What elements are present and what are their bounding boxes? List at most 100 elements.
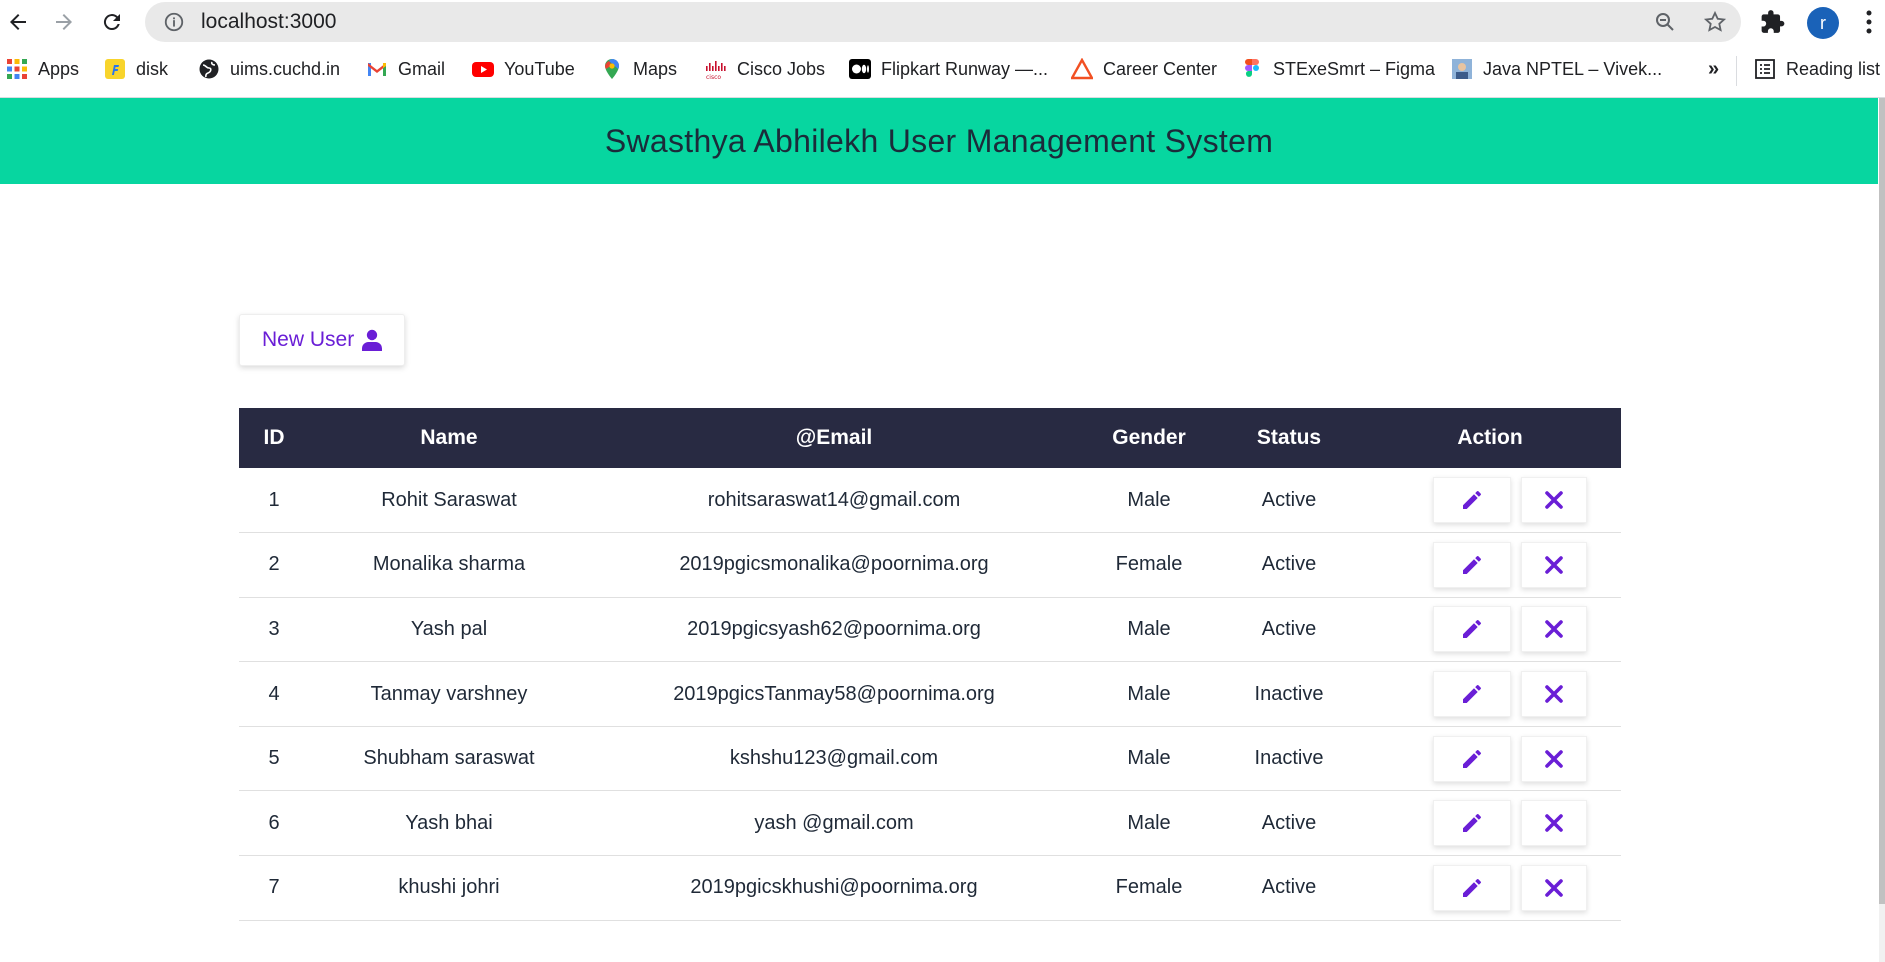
cell-actions	[1359, 597, 1621, 662]
bookmark-cisco-jobs[interactable]: cisco Cisco Jobs	[705, 58, 825, 80]
address-bar[interactable]: localhost:3000	[145, 2, 1741, 42]
extensions-puzzle-icon[interactable]	[1760, 9, 1786, 35]
medium-icon	[849, 59, 871, 79]
edit-user-button[interactable]	[1433, 735, 1511, 782]
page-viewport: Swasthya Abhilekh User Management System…	[0, 98, 1885, 962]
bookmark-apps[interactable]: Apps	[6, 58, 79, 80]
reading-list-button[interactable]: Reading list	[1754, 58, 1880, 80]
reload-icon	[103, 14, 120, 31]
close-icon	[1545, 879, 1563, 897]
bookmark-figma[interactable]: STExeSmrt – Figma	[1241, 58, 1435, 80]
cell-actions	[1359, 726, 1621, 791]
profile-avatar[interactable]: r	[1807, 7, 1839, 39]
bookmark-flipkart-runway[interactable]: Flipkart Runway —...	[849, 58, 1048, 80]
more-options-icon[interactable]	[1864, 8, 1874, 36]
forward-arrow-icon	[56, 14, 72, 30]
cell-status: Inactive	[1254, 682, 1324, 705]
close-icon	[1545, 749, 1563, 768]
delete-user-button[interactable]	[1521, 477, 1587, 524]
close-icon	[1545, 685, 1563, 703]
row-actions	[1399, 477, 1621, 524]
cell-id: 3	[268, 617, 280, 640]
delete-user-button[interactable]	[1521, 606, 1587, 653]
bookmark-label: Flipkart Runway —...	[881, 58, 1049, 79]
delete-user-button[interactable]	[1521, 735, 1587, 782]
close-icon	[1545, 556, 1563, 574]
cell-actions	[1359, 468, 1621, 533]
bookmark-maps[interactable]: Maps	[601, 58, 677, 80]
row-actions	[1399, 671, 1621, 718]
table-row: 5 Shubham saraswat kshshu123@gmail.com Male…	[239, 726, 1621, 791]
cell-actions	[1359, 791, 1621, 856]
cell-email: kshshu123@gmail.com	[729, 747, 939, 770]
table-row: 4 Tanmay varshney 2019pgicsTanmay58@poorni…	[239, 662, 1621, 727]
bookmark-uims[interactable]: uims.cuchd.in	[198, 58, 340, 80]
career-icon	[1071, 58, 1093, 80]
cell-gender: Female	[1115, 876, 1183, 899]
cell-id: 7	[268, 876, 280, 899]
bookmark-java-nptel[interactable]: Java NPTEL – Vivek...	[1451, 58, 1662, 80]
new-user-button[interactable]: New User	[239, 314, 406, 366]
zoom-icon[interactable]	[1653, 10, 1677, 34]
bookmark-gmail[interactable]: Gmail	[366, 58, 445, 80]
delete-user-button[interactable]	[1521, 541, 1587, 588]
cell-status: Inactive	[1254, 747, 1324, 770]
bookmark-disk[interactable]: disk	[104, 58, 168, 80]
edit-user-button[interactable]	[1433, 671, 1511, 718]
back-button[interactable]	[0, 2, 38, 42]
cell-gender: Male	[1127, 617, 1171, 640]
pencil-icon	[1463, 749, 1481, 768]
bookmark-label: Career Center	[1103, 58, 1218, 79]
cell-email: 2019pgicsTanmay58@poornima.org	[673, 682, 995, 705]
bookmark-star-icon[interactable]	[1703, 10, 1727, 34]
reading-list-icon	[1755, 59, 1775, 79]
scrollbar-thumb[interactable]	[1879, 98, 1885, 904]
bookmark-career-center[interactable]: Career Center	[1071, 58, 1217, 80]
cell-name: Tanmay varshney	[370, 682, 528, 705]
pencil-icon	[1463, 491, 1481, 510]
cell-email: 2019pgicskhushi@poornima.org	[690, 876, 978, 899]
figma-icon	[1245, 59, 1259, 77]
forward-button[interactable]	[44, 2, 84, 42]
pencil-icon	[1463, 555, 1481, 574]
edit-user-button[interactable]	[1433, 541, 1511, 588]
reading-list-label: Reading list	[1786, 58, 1881, 79]
pencil-icon	[1463, 685, 1481, 704]
cell-id: 1	[268, 488, 280, 511]
delete-user-button[interactable]	[1521, 671, 1587, 718]
table-row: 3 Yash pal 2019pgicsyash62@poornima.org Mal…	[239, 597, 1621, 662]
bookmarks-overflow-button[interactable]: »	[1708, 58, 1719, 81]
row-actions	[1399, 606, 1621, 653]
cell-status: Active	[1261, 811, 1317, 834]
cell-id: 4	[268, 682, 280, 705]
row-actions	[1399, 800, 1621, 847]
edit-user-button[interactable]	[1433, 864, 1511, 911]
table-row: 7 khushi johri 2019pgicskhushi@poornima.or…	[239, 856, 1621, 921]
cell-id: 6	[268, 811, 280, 834]
info-icon[interactable]	[163, 11, 185, 33]
cell-email: yash @gmail.com	[754, 811, 914, 834]
cell-name: khushi johri	[398, 876, 500, 899]
cell-status: Active	[1261, 876, 1317, 899]
edit-user-button[interactable]	[1433, 606, 1511, 653]
cell-name: Yash pal	[410, 617, 488, 640]
delete-user-button[interactable]	[1521, 800, 1587, 847]
edit-user-button[interactable]	[1433, 800, 1511, 847]
row-actions	[1399, 541, 1621, 588]
cell-gender: Female	[1115, 553, 1183, 576]
cell-name: Rohit Saraswat	[381, 488, 517, 511]
user-icon	[362, 329, 383, 351]
youtube-icon	[472, 62, 494, 77]
bookmark-label: uims.cuchd.in	[230, 58, 341, 79]
flipkart-icon	[105, 59, 125, 79]
bookmark-label: Maps	[633, 58, 678, 79]
delete-user-button[interactable]	[1521, 864, 1587, 911]
reload-button[interactable]	[92, 2, 132, 42]
bookmark-youtube[interactable]: YouTube	[472, 58, 575, 80]
vertical-scrollbar[interactable]	[1879, 98, 1885, 962]
column-header-action: Action	[1457, 426, 1523, 449]
edit-user-button[interactable]	[1433, 477, 1511, 524]
bookmarks-divider	[1736, 56, 1737, 86]
url-text[interactable]: localhost:3000	[201, 10, 336, 34]
bookmark-label: Apps	[38, 58, 80, 79]
